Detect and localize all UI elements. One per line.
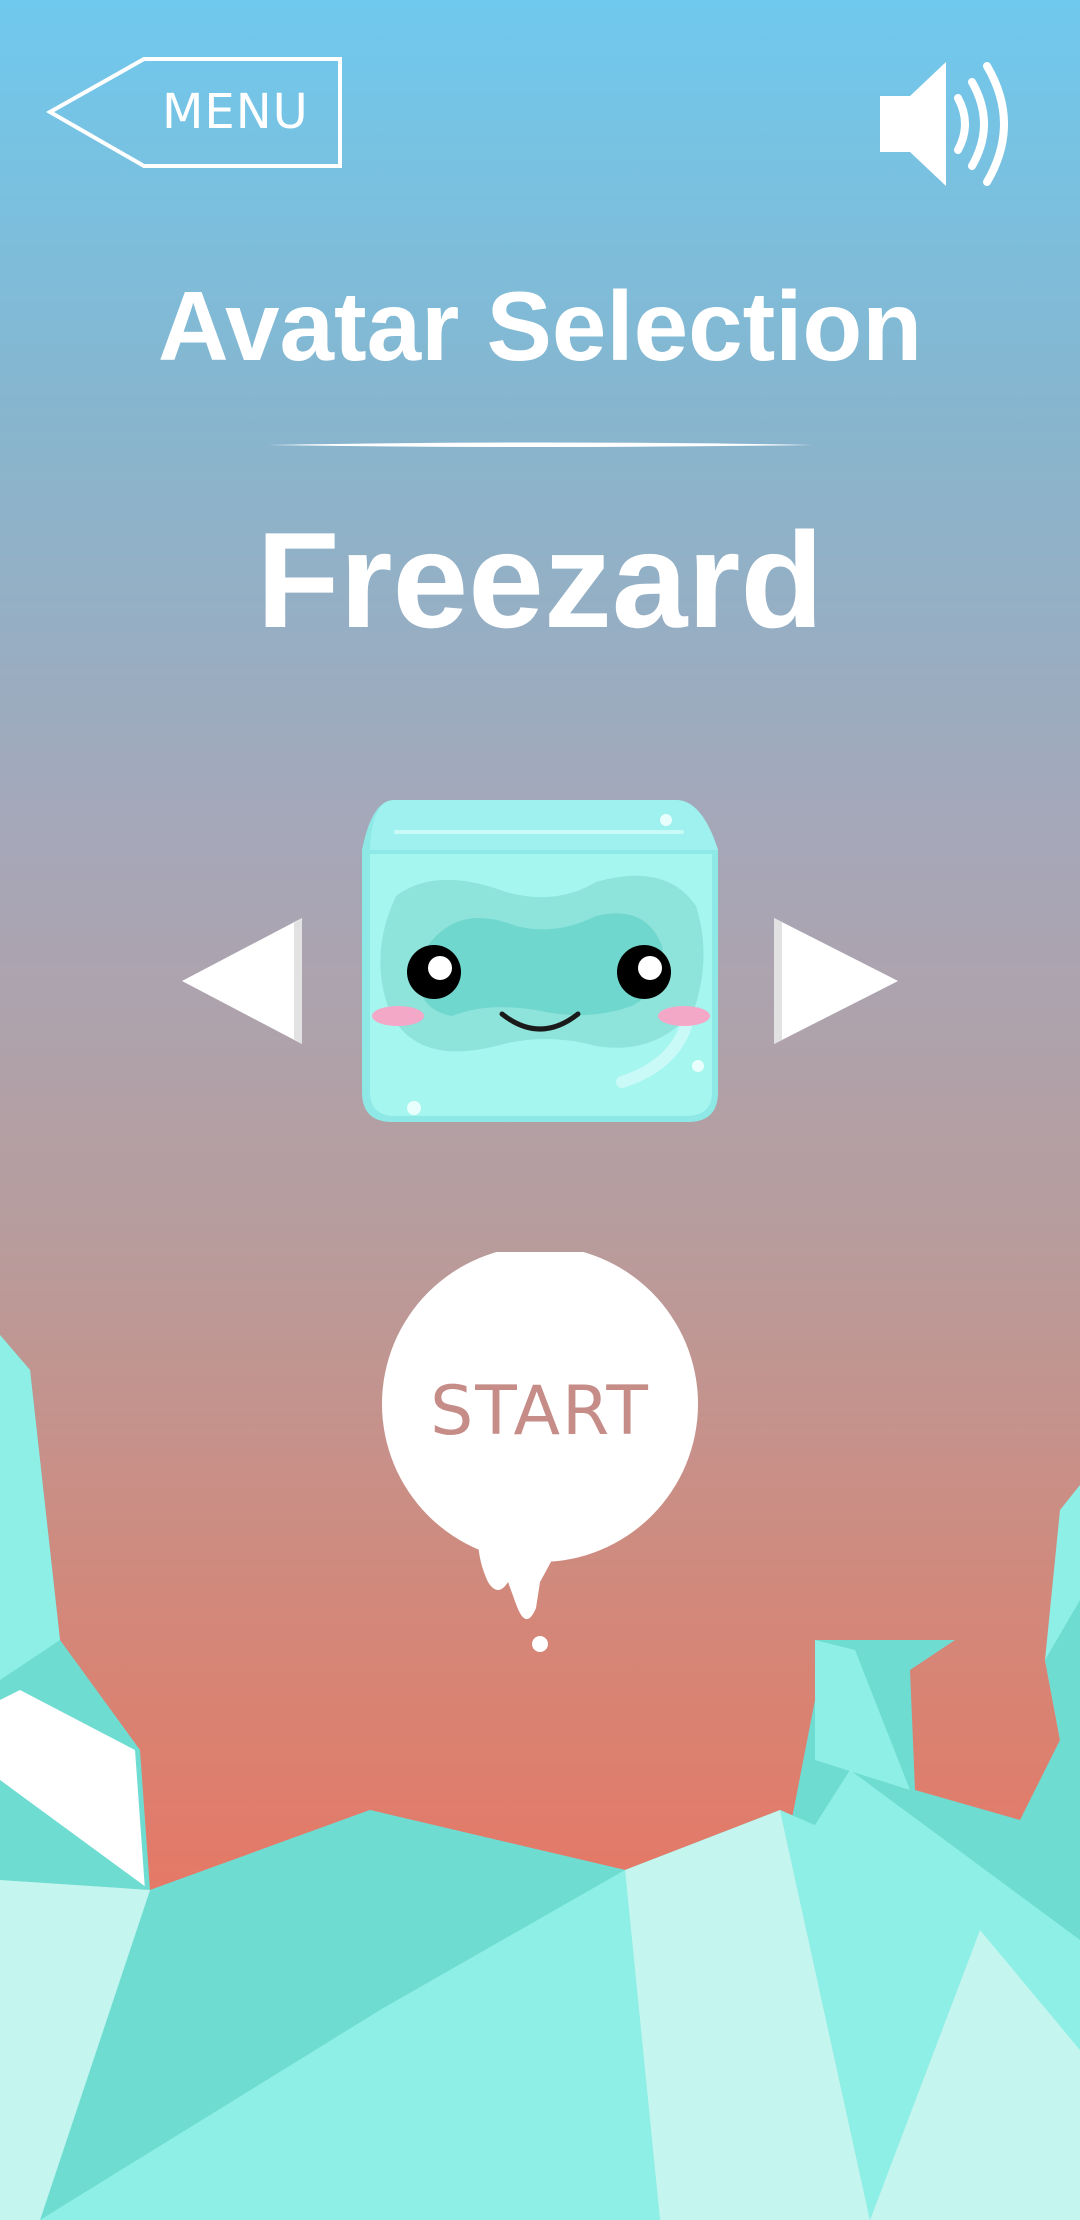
triangle-left-icon [182,918,302,1044]
start-label: START [430,1372,650,1451]
title-divider [268,442,812,447]
ice-cube-avatar [362,800,718,1122]
avatar-name: Freezard [256,504,824,656]
next-avatar-button[interactable] [774,918,898,1044]
previous-avatar-button[interactable] [182,918,306,1044]
sound-toggle-button[interactable] [876,58,1012,190]
triangle-right-icon [774,918,898,1044]
screen-title: Avatar Selection [157,271,923,381]
start-button[interactable]: START [380,1252,700,1652]
menu-label: MENU [162,84,309,140]
menu-button[interactable]: MENU [46,56,344,172]
speaker-volume-icon [880,62,1008,186]
